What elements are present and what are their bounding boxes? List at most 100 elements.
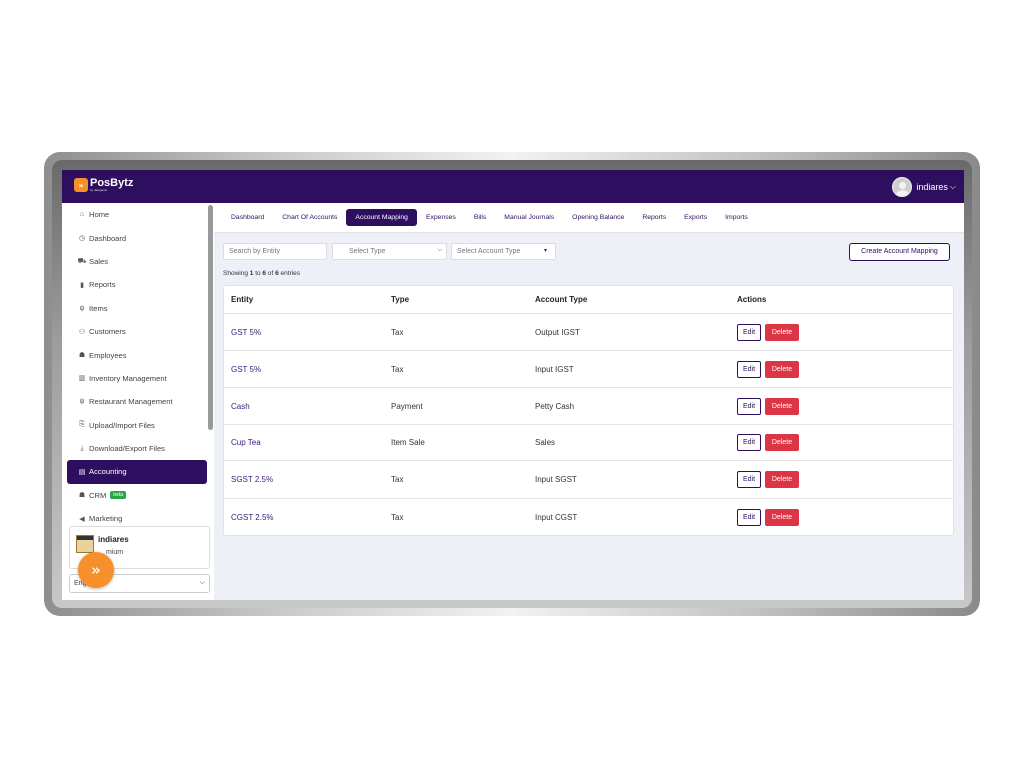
cell-account-type: Sales bbox=[535, 438, 556, 447]
tab-exports[interactable]: Exports bbox=[675, 209, 716, 226]
sidebar-item-crm[interactable]: ☗ CRM beta bbox=[67, 484, 207, 507]
cell-type: Payment bbox=[391, 401, 423, 411]
tab-bills[interactable]: Bills bbox=[465, 209, 495, 226]
edit-button[interactable]: Edit bbox=[737, 360, 761, 378]
row-actions: Edit Delete bbox=[737, 471, 799, 488]
sidebar-item-label: Employees bbox=[89, 350, 127, 360]
chevron-down-icon: ⌵ bbox=[437, 247, 442, 253]
sidebar-item-label: Dashboard bbox=[89, 233, 127, 243]
delete-button[interactable]: Delete bbox=[765, 397, 799, 415]
delete-button[interactable]: Delete bbox=[765, 434, 799, 451]
tab-account-mapping[interactable]: Account Mapping bbox=[346, 209, 417, 226]
delete-button[interactable]: Delete bbox=[765, 360, 799, 378]
cell-type: Tax bbox=[391, 475, 404, 484]
table-row: GST 5% Tax Output IGST Edit Delete bbox=[224, 314, 953, 351]
cell-entity[interactable]: GST 5% bbox=[231, 365, 261, 374]
items-icon: ψ bbox=[79, 304, 85, 312]
employees-icon: ☗ bbox=[78, 352, 86, 360]
edit-button[interactable]: Edit bbox=[737, 397, 761, 415]
store-plan: mium bbox=[106, 549, 124, 556]
support-chat-button[interactable]: » bbox=[78, 552, 114, 588]
sidebar-item-sales[interactable]: ⛟ Sales bbox=[67, 250, 207, 273]
sidebar-item-inventory[interactable]: ▥ Inventory Management bbox=[67, 367, 207, 390]
sidebar-item-employees[interactable]: ☗ Employees bbox=[67, 343, 207, 366]
edit-button[interactable]: Edit bbox=[737, 323, 761, 341]
customers-icon: ⚇ bbox=[78, 328, 86, 336]
sidebar-item-label: Marketing bbox=[89, 514, 123, 523]
sidebar-scrollbar[interactable] bbox=[208, 205, 213, 430]
tab-opening-balance[interactable]: Opening Balance bbox=[563, 209, 633, 226]
cell-entity[interactable]: SGST 2.5% bbox=[231, 475, 273, 484]
delete-button[interactable]: Delete bbox=[765, 323, 799, 341]
edit-button[interactable]: Edit bbox=[737, 508, 761, 526]
row-actions: Edit Delete bbox=[737, 397, 799, 415]
table-row: Cup Tea Item Sale Sales Edit Delete bbox=[224, 425, 953, 461]
sidebar-item-label: Sales bbox=[89, 256, 108, 266]
chat-icon: » bbox=[91, 561, 101, 579]
search-input[interactable]: Search by Entity bbox=[223, 243, 327, 260]
tab-reports[interactable]: Reports bbox=[633, 209, 675, 226]
app-screen: » PosBytz by datagenie indiares ⌵ ⌂ Home ◷… bbox=[62, 170, 964, 600]
avatar bbox=[892, 177, 913, 197]
tab-manual-journals[interactable]: Manual Journals bbox=[495, 209, 563, 226]
sidebar-item-label: Reports bbox=[89, 280, 116, 290]
accounting-icon: ▤ bbox=[78, 468, 86, 476]
store-icon bbox=[76, 535, 94, 553]
sidebar-item-label: Customers bbox=[89, 327, 126, 337]
cell-account-type: Input CGST bbox=[535, 512, 578, 522]
edit-button[interactable]: Edit bbox=[737, 434, 761, 451]
store-name: indiares bbox=[98, 535, 129, 544]
cell-type: Item Sale bbox=[391, 438, 425, 447]
download-icon: ⤓ bbox=[80, 444, 84, 452]
cell-type: Tax bbox=[391, 327, 404, 337]
app-logo[interactable]: » PosBytz by datagenie bbox=[74, 178, 133, 192]
cell-entity[interactable]: Cup Tea bbox=[231, 438, 261, 447]
edit-button[interactable]: Edit bbox=[737, 471, 761, 488]
main-content: Dashboard Chart Of Accounts Account Mapp… bbox=[214, 203, 964, 600]
sidebar-item-download[interactable]: ⤓ Download/Export Files bbox=[67, 437, 207, 460]
tab-expenses[interactable]: Expenses bbox=[417, 209, 465, 226]
inventory-icon: ▥ bbox=[78, 375, 86, 383]
cell-entity[interactable]: CGST 2.5% bbox=[231, 513, 274, 522]
sidebar-item-restaurant[interactable]: ψ Restaurant Management bbox=[67, 390, 207, 413]
header-entity: Entity bbox=[231, 295, 254, 304]
header-actions: Actions bbox=[737, 295, 767, 304]
sidebar-item-home[interactable]: ⌂ Home bbox=[67, 203, 207, 226]
sidebar-item-customers[interactable]: ⚇ Customers bbox=[67, 320, 207, 343]
accounting-tabs: Dashboard Chart Of Accounts Account Mapp… bbox=[214, 203, 964, 233]
sidebar-item-label: Restaurant Management bbox=[89, 397, 173, 407]
marketing-icon: ◀ bbox=[79, 515, 85, 523]
tab-imports[interactable]: Imports bbox=[716, 209, 757, 226]
chevron-down-icon: ⌵ bbox=[949, 182, 956, 191]
sidebar-item-reports[interactable]: ▮ Reports bbox=[67, 273, 207, 296]
create-account-mapping-button[interactable]: Create Account Mapping bbox=[849, 243, 950, 261]
delete-button[interactable]: Delete bbox=[765, 471, 799, 488]
cart-icon: ⛟ bbox=[77, 257, 87, 265]
logo-icon: » bbox=[74, 178, 88, 192]
sidebar-item-label: Accounting bbox=[89, 467, 127, 477]
cell-entity[interactable]: Cash bbox=[231, 402, 250, 411]
cell-entity[interactable]: GST 5% bbox=[231, 328, 261, 337]
account-type-select[interactable]: Select Account Type ▾ bbox=[451, 243, 556, 260]
account-mapping-table: Entity Type Account Type Actions GST 5% … bbox=[223, 285, 954, 536]
type-select-value: Select Type bbox=[349, 248, 386, 255]
type-select[interactable]: Select Type ⌵ bbox=[332, 243, 447, 260]
sidebar-item-accounting[interactable]: ▤ Accounting bbox=[67, 460, 207, 484]
chart-icon: ▮ bbox=[80, 281, 84, 289]
cell-account-type: Input IGST bbox=[535, 364, 574, 374]
tab-dashboard[interactable]: Dashboard bbox=[222, 209, 273, 226]
tab-chart-of-accounts[interactable]: Chart Of Accounts bbox=[273, 209, 346, 226]
table-row: CGST 2.5% Tax Input CGST Edit Delete bbox=[224, 499, 953, 535]
restaurant-icon: ψ bbox=[79, 398, 85, 406]
sidebar-item-label: Home bbox=[89, 210, 110, 220]
sidebar-item-items[interactable]: ψ Items bbox=[67, 297, 207, 320]
user-menu[interactable]: indiares ⌵ bbox=[892, 177, 956, 197]
header-account-type: Account Type bbox=[535, 295, 588, 304]
sidebar-item-marketing[interactable]: ◀ Marketing bbox=[67, 507, 207, 523]
sidebar-item-upload[interactable]: ⎘ Upload/Import Files bbox=[67, 414, 207, 437]
upload-icon: ⎘ bbox=[79, 421, 85, 429]
cell-account-type: Input SGST bbox=[535, 475, 577, 484]
sidebar-item-label: Inventory Management bbox=[89, 373, 167, 383]
delete-button[interactable]: Delete bbox=[765, 508, 799, 526]
sidebar-item-dashboard[interactable]: ◷ Dashboard bbox=[67, 226, 207, 249]
